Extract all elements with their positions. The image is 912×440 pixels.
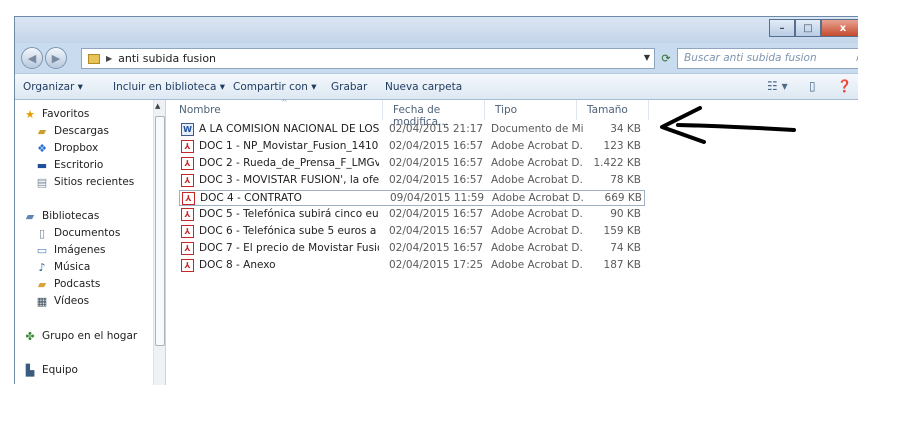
arrow-annotation <box>660 106 796 144</box>
hand-drawn-arrow-icon <box>660 106 796 144</box>
